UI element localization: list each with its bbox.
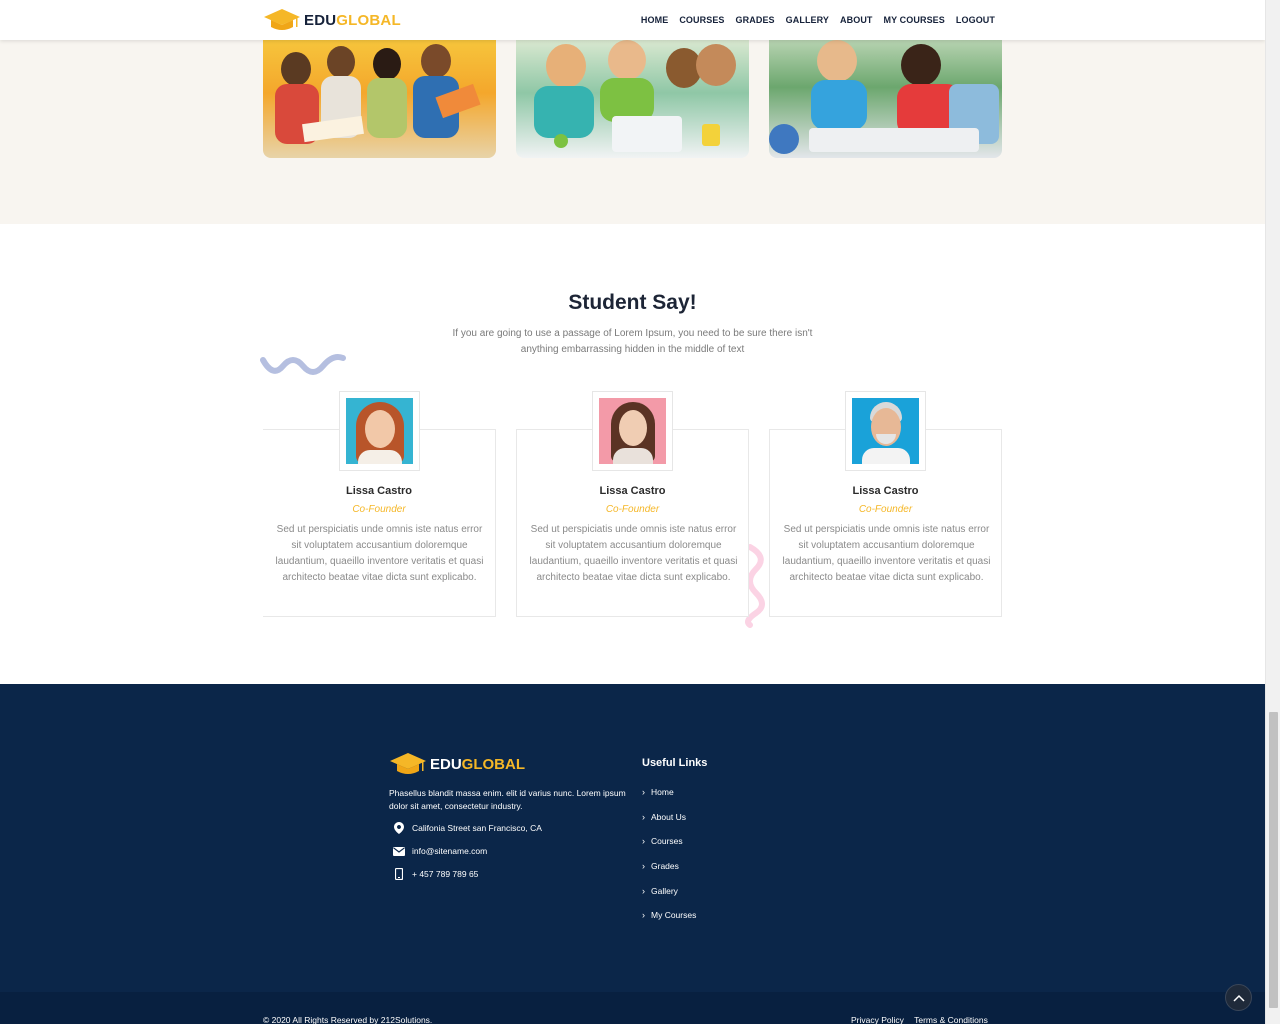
gallery-image-kids-laptop[interactable] xyxy=(516,40,749,158)
terms-conditions-link[interactable]: Terms & Conditions xyxy=(914,1015,988,1024)
page-scrollbar[interactable] xyxy=(1265,0,1280,1024)
gallery-image-kids-table[interactable] xyxy=(769,40,1002,158)
chevron-right-icon: › xyxy=(642,811,645,822)
footer-email[interactable]: info@sitename.com xyxy=(393,845,487,857)
testimonials-description: If you are going to use a passage of Lor… xyxy=(452,328,813,355)
testimonial-name: Lissa Castro xyxy=(345,485,413,497)
nav-about[interactable]: ABOUT xyxy=(840,15,873,25)
nav-logout[interactable]: LOGOUT xyxy=(956,15,995,25)
nav-home[interactable]: HOME xyxy=(641,15,668,25)
nav-courses[interactable]: COURSES xyxy=(679,15,724,25)
footer-link-label: About Us xyxy=(651,811,686,822)
wave-decoration-icon xyxy=(260,354,346,375)
footer-link-label: My Courses xyxy=(651,910,697,921)
useful-links-title: Useful Links xyxy=(642,757,708,769)
testimonial-text: Sed ut perspiciatis unde omnis iste natu… xyxy=(275,524,484,583)
footer-description: Phasellus blandit massa enim. elit id va… xyxy=(389,788,626,811)
footer-link-my-courses[interactable]: › My Courses xyxy=(642,909,696,934)
avatar xyxy=(599,398,666,464)
footer-logo-text: EDUGLOBAL xyxy=(430,755,525,773)
footer-address: Califonia Street san Francisco, CA xyxy=(393,822,542,834)
useful-links-list: › Home › About Us › Courses › Grades › Galler… xyxy=(642,786,696,934)
site-header: EDUGLOBAL HOME COURSES GRADES GALLERY AB… xyxy=(0,0,1265,40)
copyright-text: © 2020 All Rights Reserved by 212Solutio… xyxy=(263,1015,433,1024)
testimonial-role: Co-Founder xyxy=(352,504,406,515)
nav-grades[interactable]: GRADES xyxy=(736,15,775,25)
back-to-top-button[interactable] xyxy=(1225,984,1252,1011)
testimonial-avatar-frame xyxy=(592,391,673,471)
mobile-phone-icon xyxy=(393,868,405,880)
avatar xyxy=(346,398,413,464)
chevron-right-icon: › xyxy=(642,861,645,872)
footer-link-home[interactable]: › Home xyxy=(642,786,696,811)
testimonial-role: Co-Founder xyxy=(605,504,660,515)
testimonial-name: Lissa Castro xyxy=(599,485,666,497)
footer-legal-links: Privacy Policy Terms & Conditions xyxy=(851,1015,996,1024)
footer-phone[interactable]: + 457 789 789 65 xyxy=(393,868,478,880)
footer-link-courses[interactable]: › Courses xyxy=(642,835,696,860)
footer-email-text[interactable]: info@sitename.com xyxy=(412,846,487,856)
footer-link-label: Gallery xyxy=(651,885,678,896)
graduation-cap-icon xyxy=(390,753,426,774)
chevron-right-icon: › xyxy=(642,885,645,896)
header-logo[interactable]: EDUGLOBAL xyxy=(263,7,401,33)
gallery-image-kids-reading[interactable] xyxy=(263,40,496,158)
footer-logo[interactable]: EDUGLOBAL xyxy=(389,751,525,777)
footer-link-about-us[interactable]: › About Us xyxy=(642,811,696,836)
main-nav: HOME COURSES GRADES GALLERY ABOUT MY COU… xyxy=(630,0,995,40)
chevron-right-icon: › xyxy=(642,787,645,797)
site-footer xyxy=(0,684,1265,992)
footer-link-label: Grades xyxy=(651,861,679,872)
testimonial-name: Lissa Castro xyxy=(852,485,919,497)
nav-gallery[interactable]: GALLERY xyxy=(786,15,829,25)
footer-link-grades[interactable]: › Grades xyxy=(642,860,696,885)
logo-text: EDUGLOBAL xyxy=(304,11,401,29)
avatar xyxy=(852,398,919,464)
footer-link-gallery[interactable]: › Gallery xyxy=(642,885,696,910)
chevron-right-icon: › xyxy=(642,910,645,921)
testimonials-title: Student Say! xyxy=(568,291,697,314)
testimonial-role: Co-Founder xyxy=(858,504,913,515)
chevron-right-icon: › xyxy=(642,836,645,847)
testimonial-text: Sed ut perspiciatis unde omnis iste natu… xyxy=(782,524,991,583)
privacy-policy-link[interactable]: Privacy Policy xyxy=(851,1015,904,1024)
footer-bottom-bar xyxy=(0,992,1265,1024)
map-pin-icon xyxy=(393,822,405,834)
graduation-cap-icon xyxy=(264,9,300,30)
footer-phone-text[interactable]: + 457 789 789 65 xyxy=(412,869,478,879)
envelope-icon xyxy=(393,845,405,857)
footer-link-label: Courses xyxy=(651,836,683,847)
chevron-up-icon xyxy=(1232,994,1245,1002)
footer-link-label: Home xyxy=(651,787,674,797)
scrollbar-thumb[interactable] xyxy=(1269,712,1278,1008)
nav-my-courses[interactable]: MY COURSES xyxy=(884,15,945,25)
testimonial-avatar-frame xyxy=(845,391,926,471)
testimonial-text: Sed ut perspiciatis unde omnis iste natu… xyxy=(529,524,738,583)
footer-address-text: Califonia Street san Francisco, CA xyxy=(412,823,542,833)
testimonial-avatar-frame xyxy=(339,391,420,471)
